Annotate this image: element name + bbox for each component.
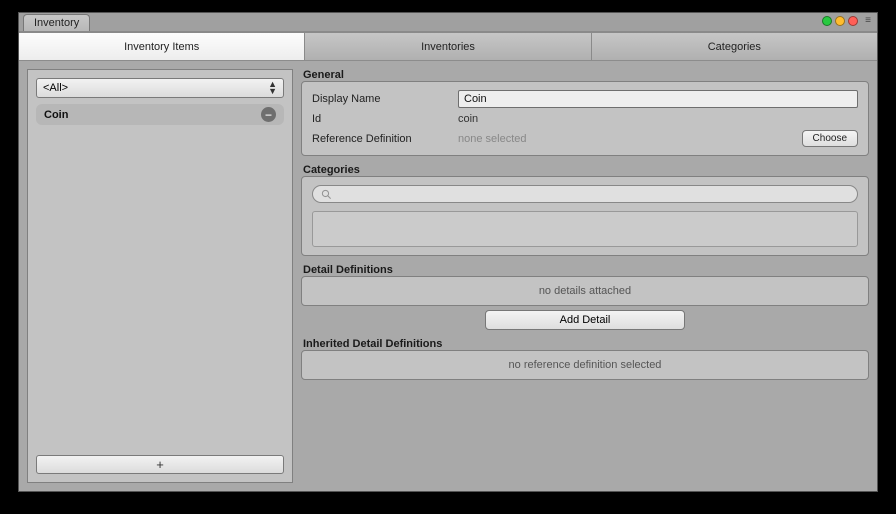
id-value: coin bbox=[458, 113, 858, 125]
add-item-button[interactable]: + bbox=[36, 455, 284, 474]
window-tabstrip: Inventory ≡ bbox=[19, 13, 877, 31]
field-reference-definition: Reference Definition none selected Choos… bbox=[312, 130, 858, 147]
item-list: Coin − bbox=[36, 104, 284, 449]
window-close-button[interactable] bbox=[848, 16, 858, 26]
list-item[interactable]: Coin − bbox=[36, 104, 284, 125]
filter-dropdown-label: <All> bbox=[43, 82, 68, 94]
categories-section: Categories bbox=[301, 164, 869, 256]
refdef-label: Reference Definition bbox=[312, 133, 452, 145]
display-name-input[interactable] bbox=[458, 90, 858, 108]
updown-icon: ▲▼ bbox=[268, 81, 277, 95]
refdef-value: none selected bbox=[458, 133, 796, 145]
field-id: Id coin bbox=[312, 113, 858, 125]
tab-inventory-items[interactable]: Inventory Items bbox=[19, 33, 305, 60]
inherited-section: Inherited Detail Definitions no referenc… bbox=[301, 338, 869, 380]
item-list-panel: <All> ▲▼ Coin − + bbox=[27, 69, 293, 483]
remove-item-button[interactable]: − bbox=[261, 107, 276, 122]
inherited-empty: no reference definition selected bbox=[301, 350, 869, 380]
details-empty: no details attached bbox=[301, 276, 869, 306]
window-tab-inventory[interactable]: Inventory bbox=[23, 14, 90, 31]
window-minimize-button[interactable] bbox=[835, 16, 845, 26]
window-zoom-button[interactable] bbox=[822, 16, 832, 26]
detail-panel: General Display Name Id coin Reference D… bbox=[301, 69, 869, 483]
category-search[interactable] bbox=[312, 185, 858, 203]
window-controls: ≡ bbox=[822, 15, 871, 26]
section-title-general: General bbox=[303, 69, 869, 81]
id-label: Id bbox=[312, 113, 452, 125]
window-menu-icon[interactable]: ≡ bbox=[865, 15, 871, 26]
list-item-label: Coin bbox=[44, 109, 68, 121]
add-detail-button[interactable]: Add Detail bbox=[485, 310, 685, 330]
choose-button[interactable]: Choose bbox=[802, 130, 858, 147]
inventory-window: Inventory ≡ Inventory Items Inventories … bbox=[18, 12, 878, 492]
field-display-name: Display Name bbox=[312, 90, 858, 108]
minus-icon: − bbox=[265, 109, 272, 121]
category-search-input[interactable] bbox=[336, 188, 849, 200]
general-section: General Display Name Id coin Reference D… bbox=[301, 69, 869, 156]
category-list-empty bbox=[312, 211, 858, 247]
section-title-inherited: Inherited Detail Definitions bbox=[303, 338, 869, 350]
add-detail-row: Add Detail bbox=[301, 310, 869, 330]
body: <All> ▲▼ Coin − + General Display Name bbox=[19, 61, 877, 491]
search-icon bbox=[321, 189, 332, 200]
section-title-details: Detail Definitions bbox=[303, 264, 869, 276]
general-box: Display Name Id coin Reference Definitio… bbox=[301, 81, 869, 156]
categories-box bbox=[301, 176, 869, 256]
tab-categories[interactable]: Categories bbox=[592, 33, 877, 60]
section-title-categories: Categories bbox=[303, 164, 869, 176]
tab-inventories[interactable]: Inventories bbox=[305, 33, 591, 60]
main-tabs: Inventory Items Inventories Categories bbox=[19, 33, 877, 61]
display-name-label: Display Name bbox=[312, 93, 452, 105]
filter-dropdown[interactable]: <All> ▲▼ bbox=[36, 78, 284, 98]
details-section: Detail Definitions no details attached A… bbox=[301, 264, 869, 330]
